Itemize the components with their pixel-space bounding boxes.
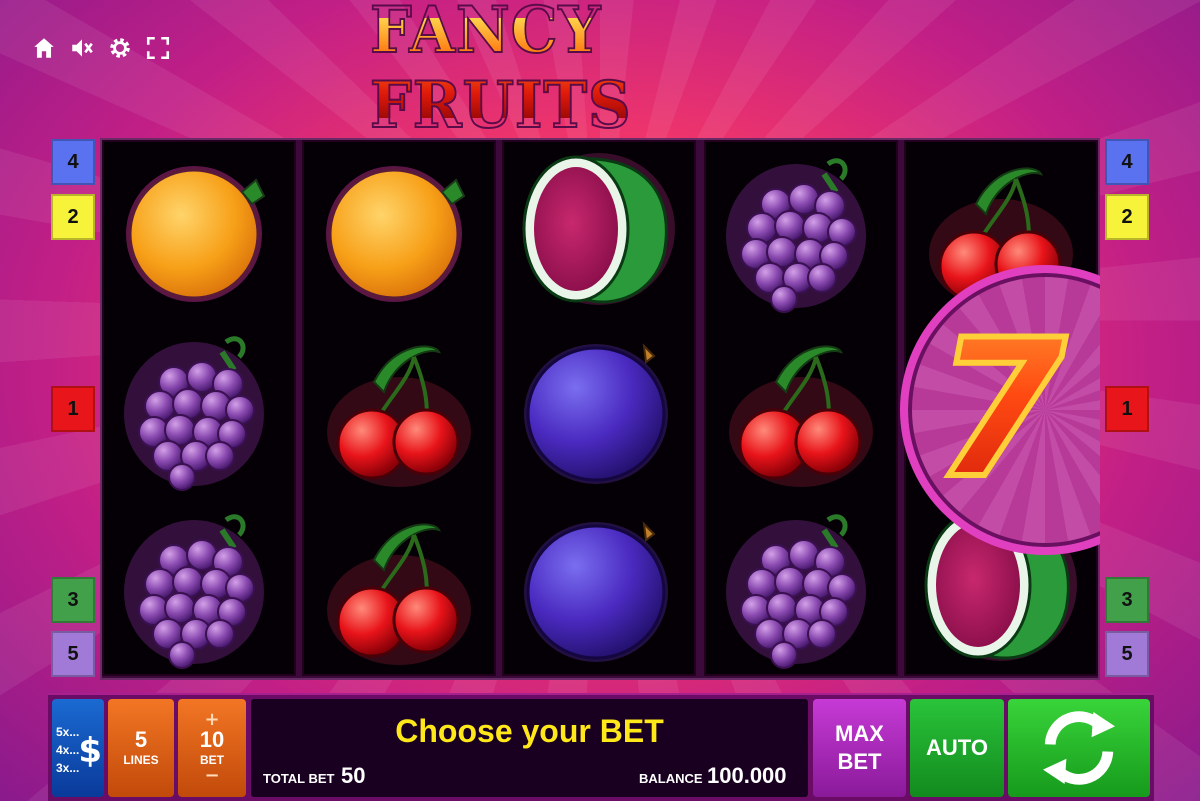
lines-label: LINES bbox=[123, 753, 159, 767]
line-badge-left-5: 5 bbox=[51, 631, 95, 677]
orange-symbol bbox=[302, 140, 496, 318]
line-badge-left-1: 1 bbox=[51, 386, 95, 432]
reel-4 bbox=[704, 140, 898, 676]
bet-minus-icon[interactable]: − bbox=[204, 767, 219, 785]
bet-plus-icon[interactable]: + bbox=[204, 711, 219, 729]
home-icon[interactable] bbox=[30, 34, 58, 62]
line-badge-left-4: 4 bbox=[51, 139, 95, 185]
lines-value: 5 bbox=[134, 727, 148, 752]
reel-3 bbox=[502, 140, 696, 676]
line-badge-left-3: 3 bbox=[51, 577, 95, 623]
grapes-symbol bbox=[102, 496, 296, 674]
seven-label: 7 bbox=[900, 265, 1100, 555]
paytable-lines: 5x... 4x... 3x... bbox=[56, 723, 79, 777]
line-badge-right-5: 5 bbox=[1105, 631, 1149, 677]
balance-label: BALANCE bbox=[639, 771, 703, 786]
max-bet-label-1: MAX bbox=[835, 721, 884, 746]
line-badge-right-3: 3 bbox=[1105, 577, 1149, 623]
max-bet-label-2: BET bbox=[837, 749, 882, 774]
dollar-icon: $ bbox=[78, 731, 102, 771]
speaker-mute-icon[interactable] bbox=[68, 34, 96, 62]
paytable-button[interactable]: 5x... 4x... 3x... $ bbox=[52, 699, 104, 797]
gear-icon[interactable] bbox=[106, 34, 134, 62]
auto-button[interactable]: AUTO bbox=[910, 699, 1004, 797]
spin-button[interactable] bbox=[1008, 699, 1150, 797]
fullscreen-icon[interactable] bbox=[144, 34, 172, 62]
grapes-symbol bbox=[704, 496, 898, 674]
cherries-symbol bbox=[302, 318, 496, 496]
line-badge-right-1: 1 bbox=[1105, 386, 1149, 432]
line-badge-right-2: 2 bbox=[1105, 194, 1149, 240]
grapes-symbol bbox=[102, 318, 296, 496]
reel-2 bbox=[302, 140, 496, 676]
paytable-line: 3x... bbox=[56, 761, 80, 775]
watermelon-symbol bbox=[502, 140, 696, 318]
total-bet-label: TOTAL BET bbox=[263, 771, 335, 786]
spin-arrows-icon bbox=[1043, 711, 1115, 785]
paytable-line: 4x... bbox=[56, 743, 80, 757]
plum-symbol bbox=[502, 318, 696, 496]
max-bet-button[interactable]: MAX BET bbox=[813, 699, 906, 797]
bet-value: 10 bbox=[199, 727, 225, 752]
game-title: FANCY FRUITS bbox=[369, 0, 830, 144]
lines-button[interactable]: 5 LINES bbox=[108, 699, 174, 797]
reel-1 bbox=[102, 140, 296, 676]
cherries-symbol bbox=[302, 496, 496, 674]
plum-symbol bbox=[502, 496, 696, 674]
cherries-symbol bbox=[704, 318, 898, 496]
orange-symbol bbox=[102, 140, 296, 318]
total-bet-value: 50 bbox=[341, 763, 366, 788]
bet-button[interactable]: + 10 BET − bbox=[178, 699, 246, 797]
top-toolbar bbox=[30, 34, 172, 62]
auto-label: AUTO bbox=[926, 735, 988, 760]
paytable-line: 5x... bbox=[56, 725, 80, 739]
line-badge-left-2: 2 bbox=[51, 194, 95, 240]
status-message: Choose your BET bbox=[395, 713, 664, 749]
seven-symbol: 7 bbox=[900, 265, 1100, 555]
balance-value: 100.000 bbox=[707, 763, 787, 788]
info-panel: Choose your BET TOTAL BET 50 BALANCE 100… bbox=[251, 699, 808, 797]
line-badge-right-4: 4 bbox=[1105, 139, 1149, 185]
grapes-symbol bbox=[704, 140, 898, 318]
